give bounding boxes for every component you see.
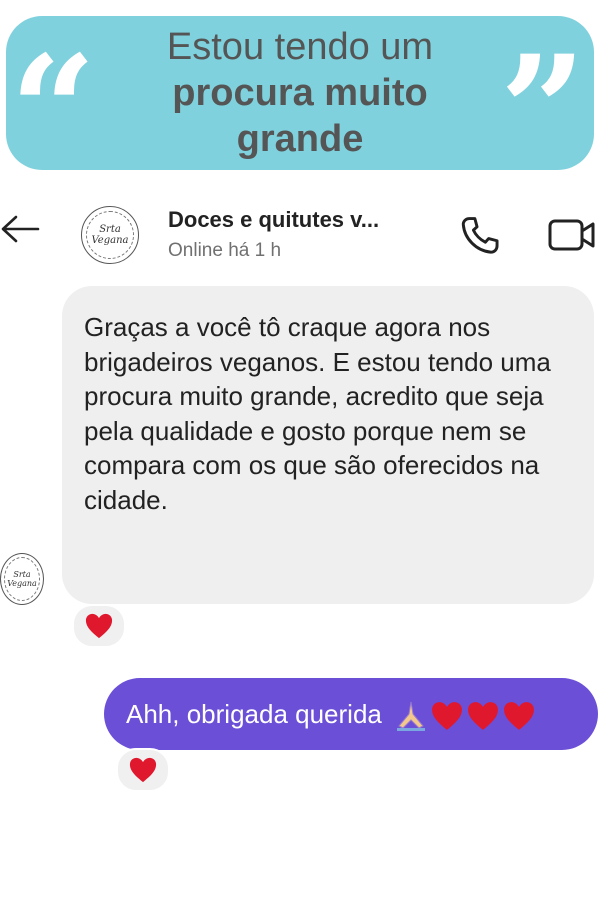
open-quote-icon: “ (10, 23, 97, 199)
avatar-text-bottom: Vegana (91, 235, 129, 246)
phone-icon[interactable] (458, 214, 502, 258)
banner-line-3: grande (236, 118, 364, 160)
emoji-row (393, 700, 537, 732)
sender-avatar[interactable]: Srta Vegana (0, 553, 44, 605)
heart-emoji-icon (504, 702, 535, 730)
banner-title: Estou tendo um procura muito grande (116, 24, 484, 162)
close-quote-icon: ” (499, 23, 586, 199)
heart-emoji-icon (129, 757, 157, 783)
heart-emoji-icon (85, 613, 113, 639)
banner-line-1: Estou tendo um (166, 26, 434, 68)
heart-emoji-icon (432, 702, 463, 730)
heart-emoji-icon (468, 702, 499, 730)
praying-hands-emoji-icon (397, 702, 426, 732)
incoming-reaction-badge[interactable] (72, 604, 126, 648)
outgoing-reaction-badge[interactable] (116, 748, 170, 792)
quote-banner: “ Estou tendo um procura muito grande ” (6, 16, 594, 186)
incoming-message-bubble[interactable]: Graças a você tô craque agora nos brigad… (62, 286, 594, 604)
contact-avatar[interactable]: Srta Vegana (81, 206, 139, 264)
contact-status: Online há 1 h (168, 240, 282, 261)
banner-line-2: procura muito (172, 72, 428, 114)
outgoing-message-bubble[interactable]: Ahh, obrigada querida (104, 678, 598, 750)
avatar-text-top: Srta (13, 570, 31, 579)
chat-header: Srta Vegana Doces e quitutes v... Online… (0, 195, 600, 275)
avatar-text-top: Srta (99, 224, 121, 235)
video-camera-icon[interactable] (548, 217, 596, 253)
outgoing-message-text: Ahh, obrigada querida (126, 699, 382, 729)
back-arrow-icon[interactable] (0, 215, 40, 243)
contact-name[interactable]: Doces e quitutes v... (168, 207, 379, 233)
avatar-text-bottom: Vegana (7, 579, 37, 588)
